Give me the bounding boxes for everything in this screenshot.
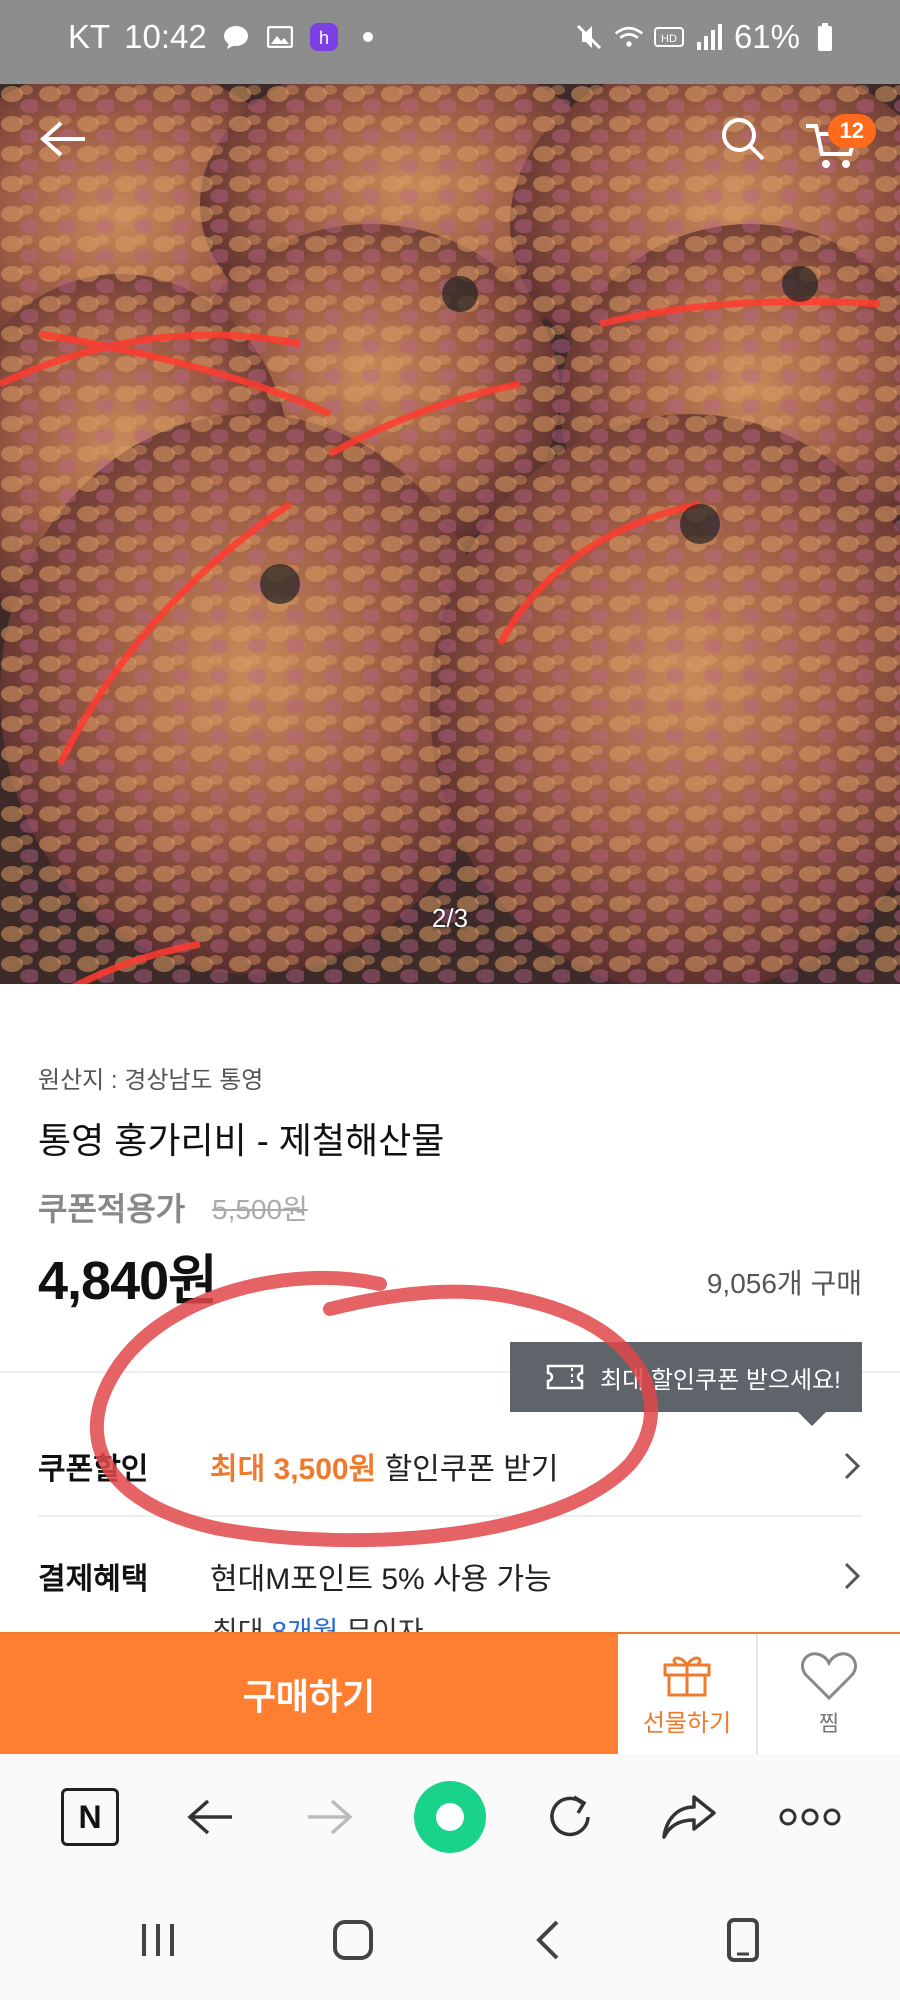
green-dot-button[interactable]	[405, 1772, 495, 1862]
chevron-right-icon	[844, 1452, 861, 1480]
wish-label: 찜	[818, 1711, 840, 1736]
dot-icon	[353, 22, 383, 52]
green-dot-icon	[414, 1781, 486, 1853]
scallop-bags	[0, 84, 900, 984]
browser-toolbar: N	[0, 1754, 900, 1880]
product-title: 통영 홍가리비 - 제철해산물	[38, 1120, 445, 1161]
payment-row-value: 현대M포인트 5% 사용 가능	[210, 1563, 552, 1596]
wifi-icon	[614, 22, 644, 52]
refresh-icon	[550, 1795, 590, 1837]
recent-apps-icon	[141, 1924, 174, 1956]
search-button[interactable]	[708, 104, 778, 174]
payment-row-label: 결제혜택	[38, 1563, 149, 1596]
tooltip-text: 최대 할인쿠폰 받으세요!	[600, 1366, 841, 1394]
sales-count: 9,056개 구매	[706, 1268, 862, 1299]
status-bar: KT 10:42 h HD 61%	[0, 0, 900, 84]
tooltip-tail	[798, 1412, 826, 1426]
buy-button[interactable]: 구매하기	[0, 1634, 618, 1754]
more-button[interactable]	[765, 1772, 855, 1862]
rotate-icon	[726, 1918, 759, 1962]
recent-apps-button[interactable]	[113, 1895, 203, 1985]
forward-icon	[308, 1799, 353, 1835]
gallery-icon	[265, 22, 295, 52]
sale-price: 4,840원	[38, 1251, 218, 1311]
product-info: 원산지 : 경상남도 통영 통영 홍가리비 - 제철해산물 쿠폰적용가 5,50…	[0, 984, 900, 1647]
chevron-right-icon	[844, 1562, 861, 1590]
product-image[interactable]: 12 2/3	[0, 84, 900, 984]
carrier: KT	[68, 18, 111, 55]
payment-benefit-row[interactable]: 결제혜택 현대M포인트 5% 사용 가능	[38, 1546, 862, 1606]
back-button[interactable]	[28, 104, 98, 174]
svg-text:h: h	[319, 28, 329, 48]
gift-button[interactable]: 선물하기	[618, 1634, 758, 1754]
browser-forward-button[interactable]	[285, 1772, 375, 1862]
coupon-tooltip[interactable]: 최대 할인쿠폰 받으세요!	[510, 1342, 862, 1426]
status-right: HD 61%	[574, 18, 840, 56]
more-icon	[779, 1808, 841, 1826]
chat-bubble-icon	[221, 22, 251, 52]
share-button[interactable]	[645, 1772, 735, 1862]
coupon-ticket-icon	[546, 1364, 584, 1390]
coupon-row-value: 최대 3,500원 할인쿠폰 받기	[210, 1444, 559, 1488]
purchase-bar: 구매하기 선물하기 찜	[0, 1632, 900, 1754]
coupon-price-label: 쿠폰적용가	[38, 1191, 186, 1227]
signal-icon	[694, 22, 724, 52]
gift-icon	[663, 1656, 711, 1696]
browser-back-button[interactable]	[165, 1772, 255, 1862]
image-pager: 2/3	[431, 903, 469, 933]
svg-text:HD: HD	[661, 33, 677, 45]
app-notification-icon: h	[309, 22, 339, 52]
row-divider	[38, 1515, 862, 1517]
rotate-button[interactable]	[698, 1895, 788, 1985]
search-icon	[722, 118, 765, 161]
system-nav-bar	[0, 1880, 900, 2000]
battery-icon	[810, 22, 840, 52]
back-arrow-icon	[39, 121, 85, 157]
coupon-amount: 최대 3,500원	[210, 1453, 377, 1486]
battery-percent: 61%	[733, 18, 800, 55]
cart-button[interactable]: 12	[796, 100, 896, 180]
heart-icon	[801, 1652, 857, 1701]
naver-home-icon: N	[61, 1788, 119, 1846]
wishlist-button[interactable]: 찜	[758, 1634, 900, 1754]
system-back-button[interactable]	[503, 1895, 593, 1985]
back-icon	[535, 1920, 558, 1960]
original-price: 5,500원	[212, 1194, 308, 1225]
gift-label: 선물하기	[642, 1709, 732, 1737]
mute-icon	[574, 22, 604, 52]
coupon-suffix: 할인쿠폰 받기	[384, 1453, 559, 1486]
hd-icon: HD	[653, 22, 684, 52]
coupon-row[interactable]: 쿠폰할인 최대 3,500원 할인쿠폰 받기	[38, 1434, 862, 1498]
status-left: KT 10:42 h	[68, 18, 383, 56]
naver-home-button[interactable]: N	[45, 1772, 135, 1862]
scallop-photo	[0, 84, 900, 984]
refresh-button[interactable]	[525, 1772, 615, 1862]
share-icon	[662, 1795, 716, 1839]
cart-count-badge: 12	[827, 114, 876, 148]
time: 10:42	[124, 18, 207, 55]
home-button[interactable]	[308, 1895, 398, 1985]
origin-text: 원산지 : 경상남도 통영	[38, 1067, 264, 1094]
coupon-row-label: 쿠폰할인	[38, 1453, 149, 1486]
home-icon	[332, 1920, 373, 1960]
back-icon	[187, 1799, 232, 1835]
